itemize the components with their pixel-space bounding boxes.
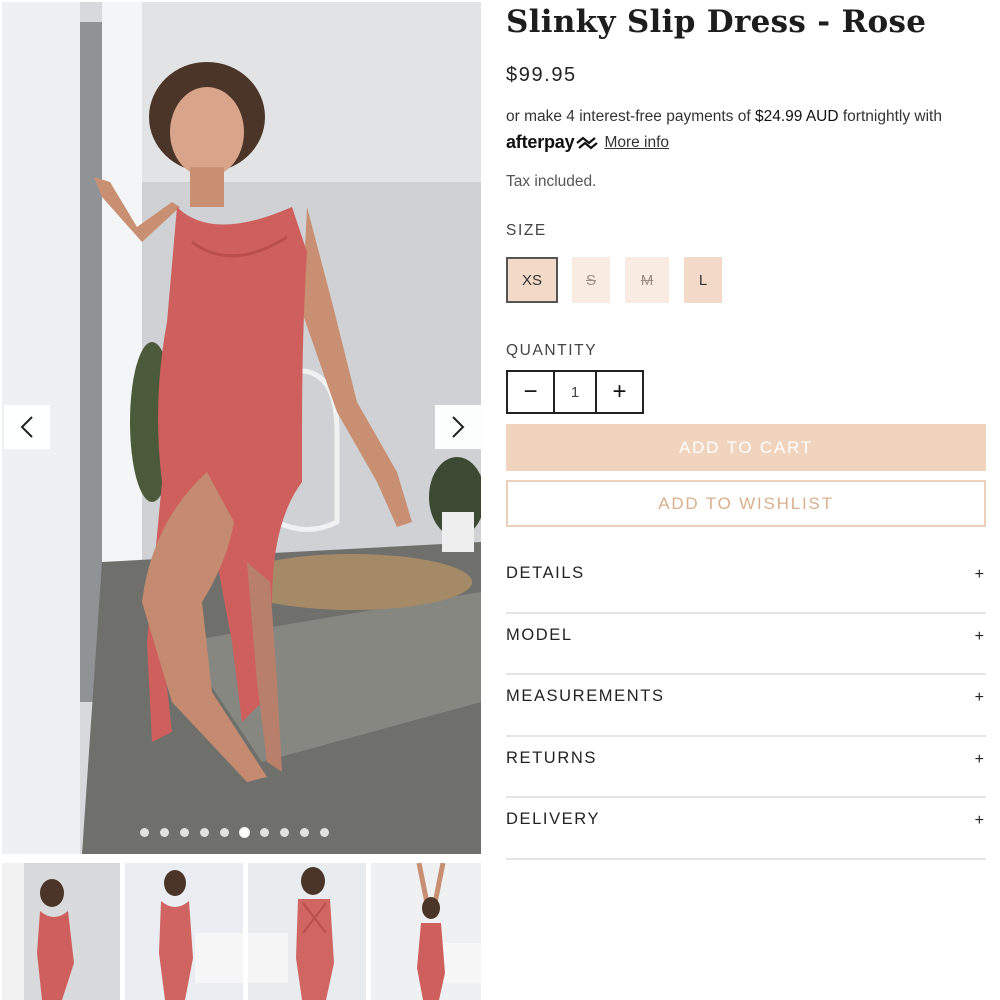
accordion-measurements[interactable]: MEASUREMENTS + (506, 675, 986, 737)
size-option-m[interactable]: M (625, 257, 669, 303)
afterpay-logo-text: afterpay (506, 132, 575, 152)
gallery-dot[interactable] (180, 828, 189, 837)
plus-icon: + (974, 627, 984, 645)
gallery-dot[interactable] (320, 828, 329, 837)
accordion-delivery[interactable]: DELIVERY + (506, 798, 986, 860)
product-price: $99.95 (506, 64, 577, 86)
chevron-right-icon (452, 416, 465, 438)
quantity-label: QUANTITY (506, 342, 598, 359)
thumbnail-strip (2, 863, 481, 1000)
thumbnail-image (125, 863, 243, 1000)
gallery-prev-button[interactable] (4, 405, 50, 449)
accordion-returns[interactable]: RETURNS + (506, 737, 986, 798)
thumbnail-image (371, 863, 481, 1000)
quantity-increment-button[interactable]: + (597, 372, 642, 412)
gallery-dot[interactable] (140, 828, 149, 837)
gallery-dot[interactable] (260, 828, 269, 837)
size-option-l[interactable]: L (684, 257, 722, 303)
thumbnail-3[interactable] (248, 863, 366, 1000)
plus-icon: + (974, 566, 984, 583)
plus-icon: + (974, 812, 984, 829)
size-selector: XS S M L (506, 257, 736, 305)
product-gallery (0, 0, 482, 1000)
gallery-dot[interactable] (280, 828, 289, 837)
size-label: SIZE (506, 222, 547, 239)
quantity-decrement-button[interactable]: − (508, 372, 553, 412)
thumbnail-4[interactable] (371, 863, 481, 1000)
afterpay-suffix: fortnightly with (838, 108, 942, 125)
gallery-next-button[interactable] (435, 405, 481, 449)
gallery-dot[interactable] (240, 828, 249, 837)
quantity-value[interactable]: 1 (553, 372, 597, 412)
thumbnail-image (2, 863, 120, 1000)
dress-photo-illustration (2, 2, 481, 854)
afterpay-prefix: or make 4 interest-free payments of (506, 108, 755, 125)
main-product-photo[interactable] (2, 2, 481, 854)
size-option-xs[interactable]: XS (506, 257, 558, 303)
gallery-dot[interactable] (200, 828, 209, 837)
accordion-label: DELIVERY (506, 810, 601, 828)
gallery-dot[interactable] (220, 828, 229, 837)
quantity-stepper: − 1 + (506, 370, 644, 414)
accordion-label: DETAILS (506, 564, 585, 582)
accordion-label: MEASUREMENTS (506, 687, 665, 705)
add-to-wishlist-button[interactable]: ADD TO WISHLIST (506, 480, 986, 527)
plus-icon: + (974, 750, 984, 768)
afterpay-logo: afterpay (506, 132, 600, 153)
product-title: Slinky Slip Dress - Rose (506, 4, 927, 40)
size-option-s[interactable]: S (572, 257, 610, 303)
afterpay-row: afterpay More info (506, 132, 669, 153)
thumbnail-1[interactable] (2, 863, 120, 1000)
thumbnail-image (248, 863, 366, 1000)
plus-icon: + (974, 689, 984, 706)
chevron-left-icon (20, 416, 33, 438)
tax-note: Tax included. (506, 173, 597, 190)
afterpay-amount: $24.99 AUD (754, 108, 839, 125)
product-accordion: DETAILS + MODEL + MEASUREMENTS + RETURNS… (506, 552, 986, 860)
afterpay-arrows-icon (576, 136, 599, 149)
add-to-cart-button[interactable]: ADD TO CART (506, 424, 986, 471)
gallery-pagination-dots (140, 828, 329, 837)
accordion-details[interactable]: DETAILS + (506, 552, 986, 614)
accordion-model[interactable]: MODEL + (506, 614, 986, 675)
accordion-label: RETURNS (506, 748, 597, 767)
thumbnail-2[interactable] (125, 863, 243, 1000)
accordion-label: MODEL (506, 625, 573, 644)
gallery-dot[interactable] (160, 828, 169, 837)
afterpay-message: or make 4 interest-free payments of $24.… (506, 108, 986, 126)
afterpay-more-info-link[interactable]: More info (604, 134, 669, 152)
gallery-dot[interactable] (300, 828, 309, 837)
